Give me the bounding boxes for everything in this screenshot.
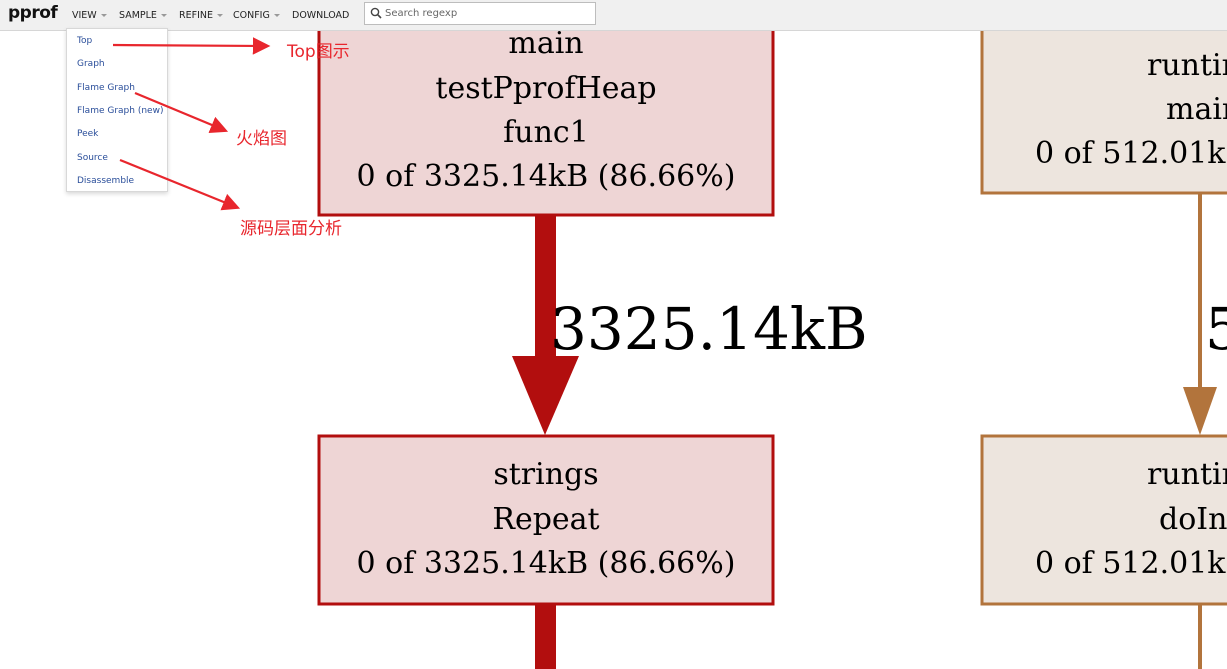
annotation-source: 源码层面分析 [240, 219, 342, 239]
annotation-arrows [112, 37, 271, 211]
arrow-to-flame-label [134, 91, 229, 134]
arrow-to-top-label [112, 37, 271, 55]
annotation-flame: 火焰图 [236, 129, 287, 149]
annotation-top: Top图示 [287, 42, 350, 62]
arrow-to-source-label [119, 158, 241, 211]
